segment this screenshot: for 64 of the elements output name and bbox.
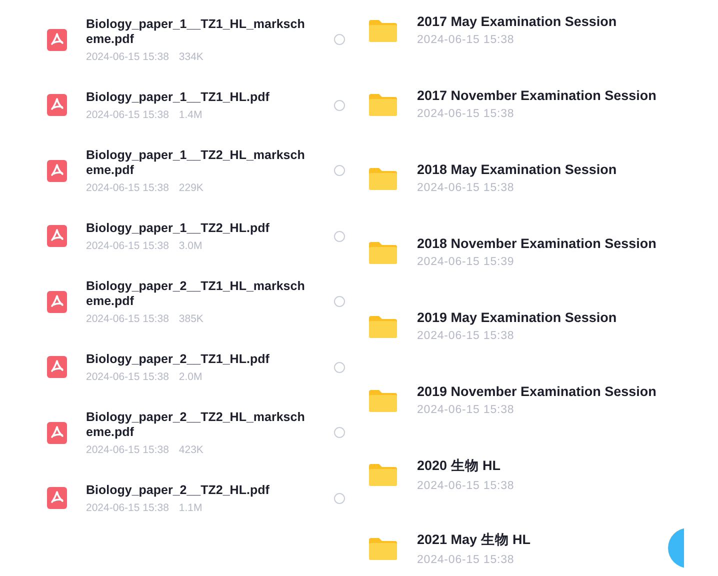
file-size: 1.1M [178, 502, 202, 514]
file-date: 2024-06-15 15:38 [86, 444, 169, 456]
select-radio[interactable] [334, 492, 345, 504]
folder-date: 2024-06-15 15:38 [417, 480, 514, 492]
folder-date: 2024-06-15 15:38 [417, 34, 516, 46]
folder-icon [369, 18, 397, 42]
file-name[interactable]: Biology_paper_1__TZ2_HL.pdf [86, 220, 310, 236]
pdf-file-icon [47, 160, 67, 182]
folder-icon [369, 166, 397, 190]
pdf-file-icon [47, 225, 67, 248]
folder-icon [369, 240, 397, 264]
file-size: 423K [178, 444, 204, 456]
folder-date: 2024-06-15 15:38 [417, 554, 516, 566]
file-date: 2024-06-15 15:38 [86, 182, 169, 194]
folder-date: 2024-06-15 15:38 [417, 108, 516, 120]
file-date: 2024-06-15 15:38 [86, 502, 169, 514]
file-name[interactable]: Biology_paper_2__TZ1_HL_markscheme.pdf [86, 278, 310, 309]
file-name[interactable]: Biology_paper_2__TZ2_HL_markscheme.pdf [86, 410, 310, 440]
pdf-file-icon [47, 28, 67, 51]
folder-name[interactable]: 2018 May Examination Session [417, 162, 617, 177]
file-name[interactable]: Biology_paper_1__TZ2_HL_markscheme.pdf [86, 148, 310, 178]
folder-name[interactable]: 2017 May Examination Session [417, 14, 617, 29]
pdf-file-icon [47, 290, 67, 313]
file-size: 334K [178, 50, 204, 63]
file-date: 2024-06-15 15:38 [86, 240, 169, 252]
file-date: 2024-06-15 15:38 [86, 312, 169, 325]
select-radio[interactable] [334, 427, 345, 438]
file-name[interactable]: Biology_paper_2__TZ2_HL.pdf [86, 482, 310, 498]
file-size: 1.4M [178, 108, 202, 121]
folder-date: 2024-06-15 15:38 [417, 404, 516, 416]
folder-icon [369, 92, 397, 116]
select-radio[interactable] [334, 34, 345, 46]
folder-date: 2024-06-15 15:39 [417, 256, 516, 268]
folder-name[interactable]: 2020 生物 HL [417, 456, 514, 474]
folder-name[interactable]: 2019 May Examination Session [417, 310, 617, 325]
file-name[interactable]: Biology_paper_2__TZ1_HL.pdf [86, 352, 310, 367]
file-size: 3.0M [178, 240, 202, 252]
file-size: 2.0M [178, 370, 202, 383]
file-date: 2024-06-15 15:38 [86, 50, 169, 63]
pdf-file-icon [47, 487, 67, 510]
select-radio[interactable] [334, 100, 345, 111]
folder-name[interactable]: 2021 May 生物 HL [417, 530, 531, 548]
folder-name[interactable]: 2018 November Examination Session [417, 236, 656, 251]
file-size: 385K [178, 312, 204, 325]
select-radio[interactable] [334, 362, 345, 373]
folder-icon [369, 536, 397, 560]
folder-name[interactable]: 2019 November Examination Session [417, 384, 656, 399]
file-name[interactable]: Biology_paper_1__TZ1_HL_markscheme.pdf [86, 16, 310, 47]
folder-icon [369, 462, 397, 486]
file-name[interactable]: Biology_paper_1__TZ1_HL.pdf [86, 90, 310, 105]
select-radio[interactable] [334, 165, 345, 176]
pdf-file-icon [47, 356, 67, 378]
select-radio[interactable] [334, 296, 345, 308]
folder-icon [369, 314, 397, 338]
select-radio[interactable] [334, 230, 345, 242]
folder-icon [369, 388, 397, 412]
file-size: 229K [178, 182, 204, 194]
folder-name[interactable]: 2017 November Examination Session [417, 88, 656, 103]
pdf-file-icon [47, 422, 67, 444]
pdf-file-icon [47, 94, 67, 116]
folder-date: 2024-06-15 15:38 [417, 330, 516, 342]
file-date: 2024-06-15 15:38 [86, 370, 169, 383]
file-date: 2024-06-15 15:38 [86, 108, 169, 121]
folder-date: 2024-06-15 15:38 [417, 182, 516, 194]
